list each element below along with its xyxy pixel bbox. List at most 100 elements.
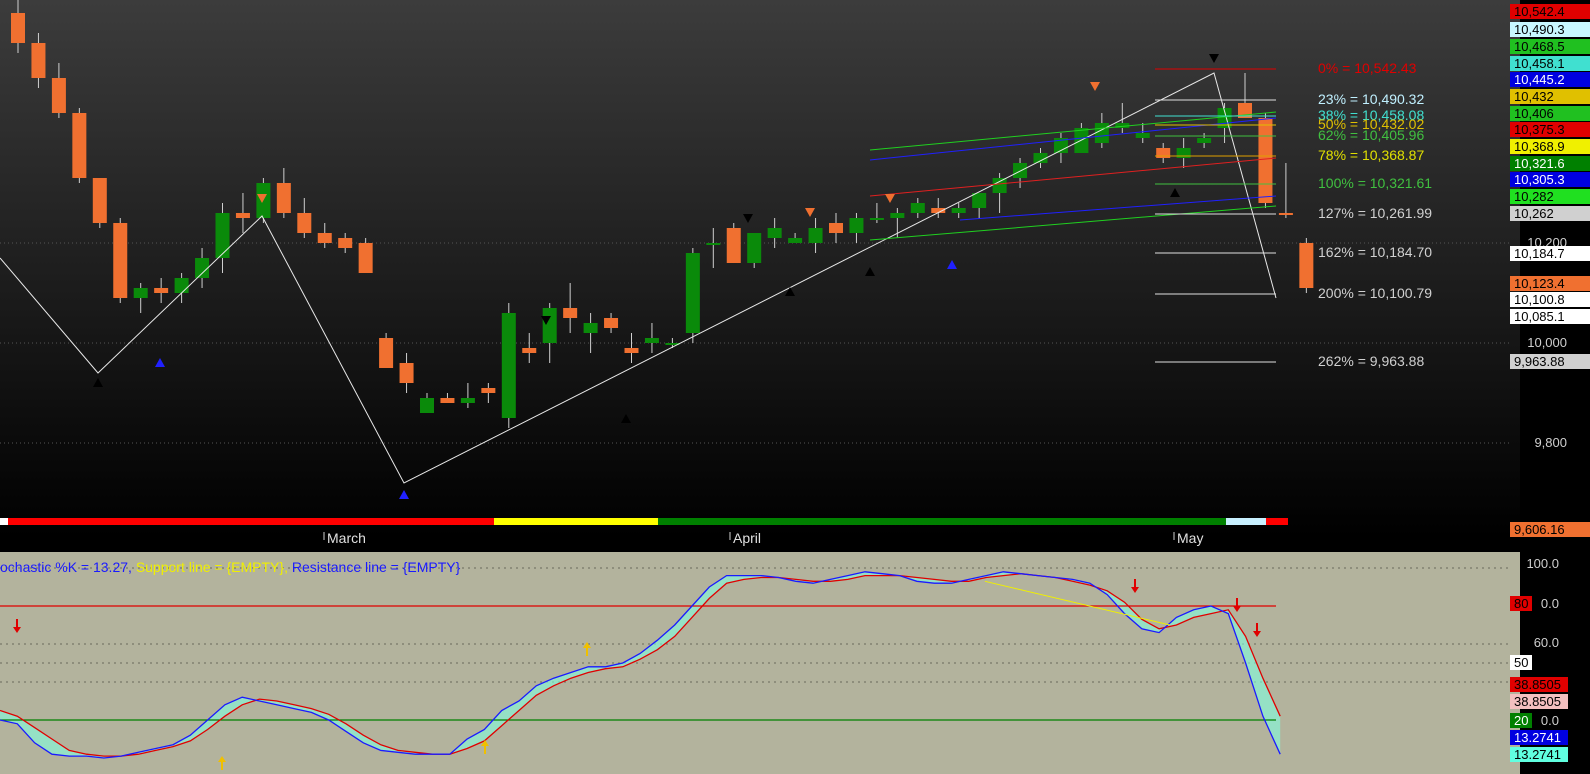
candle-body [481, 388, 496, 393]
candle-body [1013, 163, 1028, 178]
candle-body [1197, 138, 1212, 143]
candle-body [358, 243, 373, 273]
support-line-label: Support line = {EMPTY}, [135, 559, 292, 575]
state-bar-segment [658, 518, 1226, 525]
price-badge-label: 10,085.1 [1514, 309, 1565, 324]
price-badge-label: 9,963.88 [1514, 354, 1565, 369]
support-trend-line [984, 580, 1171, 626]
signal-marker [93, 378, 103, 387]
candle-body [1278, 213, 1293, 215]
candle-body [951, 208, 966, 213]
price-badge-label: 9,606.16 [1514, 522, 1565, 537]
candle-body [31, 43, 46, 78]
fib-level-label: 262% = 9,963.88 [1318, 353, 1424, 369]
state-bar-segment [494, 518, 658, 525]
candle-body [195, 258, 210, 278]
candle-body [992, 178, 1007, 193]
candle-body [624, 348, 639, 353]
fib-level-label: 162% = 10,184.70 [1318, 244, 1432, 260]
candle-body [706, 243, 721, 245]
signal-arrow-head [1233, 606, 1241, 612]
osc-badge-label: 80 [1514, 596, 1528, 611]
price-badge-label: 10,282 [1514, 189, 1554, 204]
price-badge-label: 10,321.6 [1514, 156, 1565, 171]
candle-body [379, 338, 394, 368]
candle-body [133, 288, 148, 298]
candle-body [685, 253, 700, 333]
signal-marker [1090, 82, 1100, 91]
signal-marker [399, 490, 409, 499]
candle-body [154, 288, 169, 293]
stochastic-d-line [0, 573, 1281, 757]
candle-body [747, 233, 762, 263]
price-badge-label: 10,432 [1514, 89, 1554, 104]
candle-body [72, 113, 87, 178]
fib-level-label: 200% = 10,100.79 [1318, 285, 1432, 301]
price-badge-label: 10,458.1 [1514, 56, 1565, 71]
price-badge-label: 10,542.4 [1514, 4, 1565, 19]
price-badge-label: 10,368.9 [1514, 139, 1565, 154]
price-tick-label: 9,800 [1534, 435, 1567, 450]
price-badge-label: 10,406 [1514, 106, 1554, 121]
osc-tick-label: 60.0 [1534, 635, 1559, 650]
date-label: April [733, 530, 761, 546]
fib-level-label: 0% = 10,542.43 [1318, 60, 1417, 76]
candle-body [890, 213, 905, 218]
candle-body [788, 238, 803, 243]
price-badge-label: 10,445.2 [1514, 72, 1565, 87]
candle-body [460, 398, 475, 403]
candle-body [440, 398, 455, 403]
osc-badge-label: 38.8505 [1514, 677, 1561, 692]
candle-body [1094, 123, 1109, 143]
candle-body [92, 178, 107, 223]
candle-body [11, 13, 25, 43]
candle-body [726, 228, 741, 263]
stochastic-title-prefix: ochastic %K = 13.27, [0, 559, 136, 575]
signal-arrow-head [13, 627, 21, 633]
signal-marker [885, 194, 895, 203]
signal-marker [1209, 54, 1219, 63]
price-badge-label: 10,184.7 [1514, 246, 1565, 261]
stochastic-k-line [0, 571, 1281, 759]
osc-badge-label: 38.8505 [1514, 694, 1561, 709]
osc-fill [0, 571, 1281, 758]
candle-body [1299, 243, 1314, 288]
osc-badge-label: 13.2741 [1514, 747, 1561, 762]
signal-marker [947, 260, 957, 269]
candle-body [849, 218, 864, 233]
osc-tick-label: 0.0 [1541, 713, 1559, 728]
candle-body [972, 193, 987, 208]
stochastic-title: ochastic %K = 13.27, Support line = {EMP… [0, 559, 460, 575]
state-bar-segment [1226, 518, 1266, 525]
state-bar-segment [1266, 518, 1288, 525]
price-badge-label: 10,100.8 [1514, 292, 1565, 307]
signal-marker [155, 358, 165, 367]
channel-line-blue-low [959, 195, 1277, 221]
fib-level-label: 100% = 10,321.61 [1318, 175, 1432, 191]
candle-body [420, 398, 434, 413]
state-bar-segment [0, 518, 8, 525]
candle-body [51, 78, 66, 113]
candle-body [767, 228, 782, 238]
candle-body [174, 278, 189, 293]
candle-body [235, 213, 250, 218]
candle-body [563, 308, 578, 318]
chart-canvas: 10,20010,0009,8000% = 10,542.4323% = 10,… [0, 0, 1590, 770]
state-bar-segment [8, 518, 494, 525]
osc-tick-label: 100.0 [1526, 556, 1559, 571]
osc-tick-label: 0.0 [1541, 596, 1559, 611]
candle-body [644, 338, 659, 343]
osc-badge-label: 20 [1514, 713, 1528, 728]
price-badge-label: 10,468.5 [1514, 39, 1565, 54]
price-badge-label: 10,262 [1514, 206, 1554, 221]
osc-badge-label: 13.2741 [1514, 730, 1561, 745]
signal-marker [865, 267, 875, 276]
date-label: March [327, 530, 366, 546]
candle-body [829, 223, 843, 233]
candle-body [256, 183, 271, 218]
signal-marker [805, 208, 815, 217]
candle-body [399, 363, 414, 383]
signal-arrow-head [1253, 631, 1261, 637]
resistance-line-label: Resistance line = {EMPTY} [291, 559, 461, 575]
candle-body [542, 308, 557, 343]
